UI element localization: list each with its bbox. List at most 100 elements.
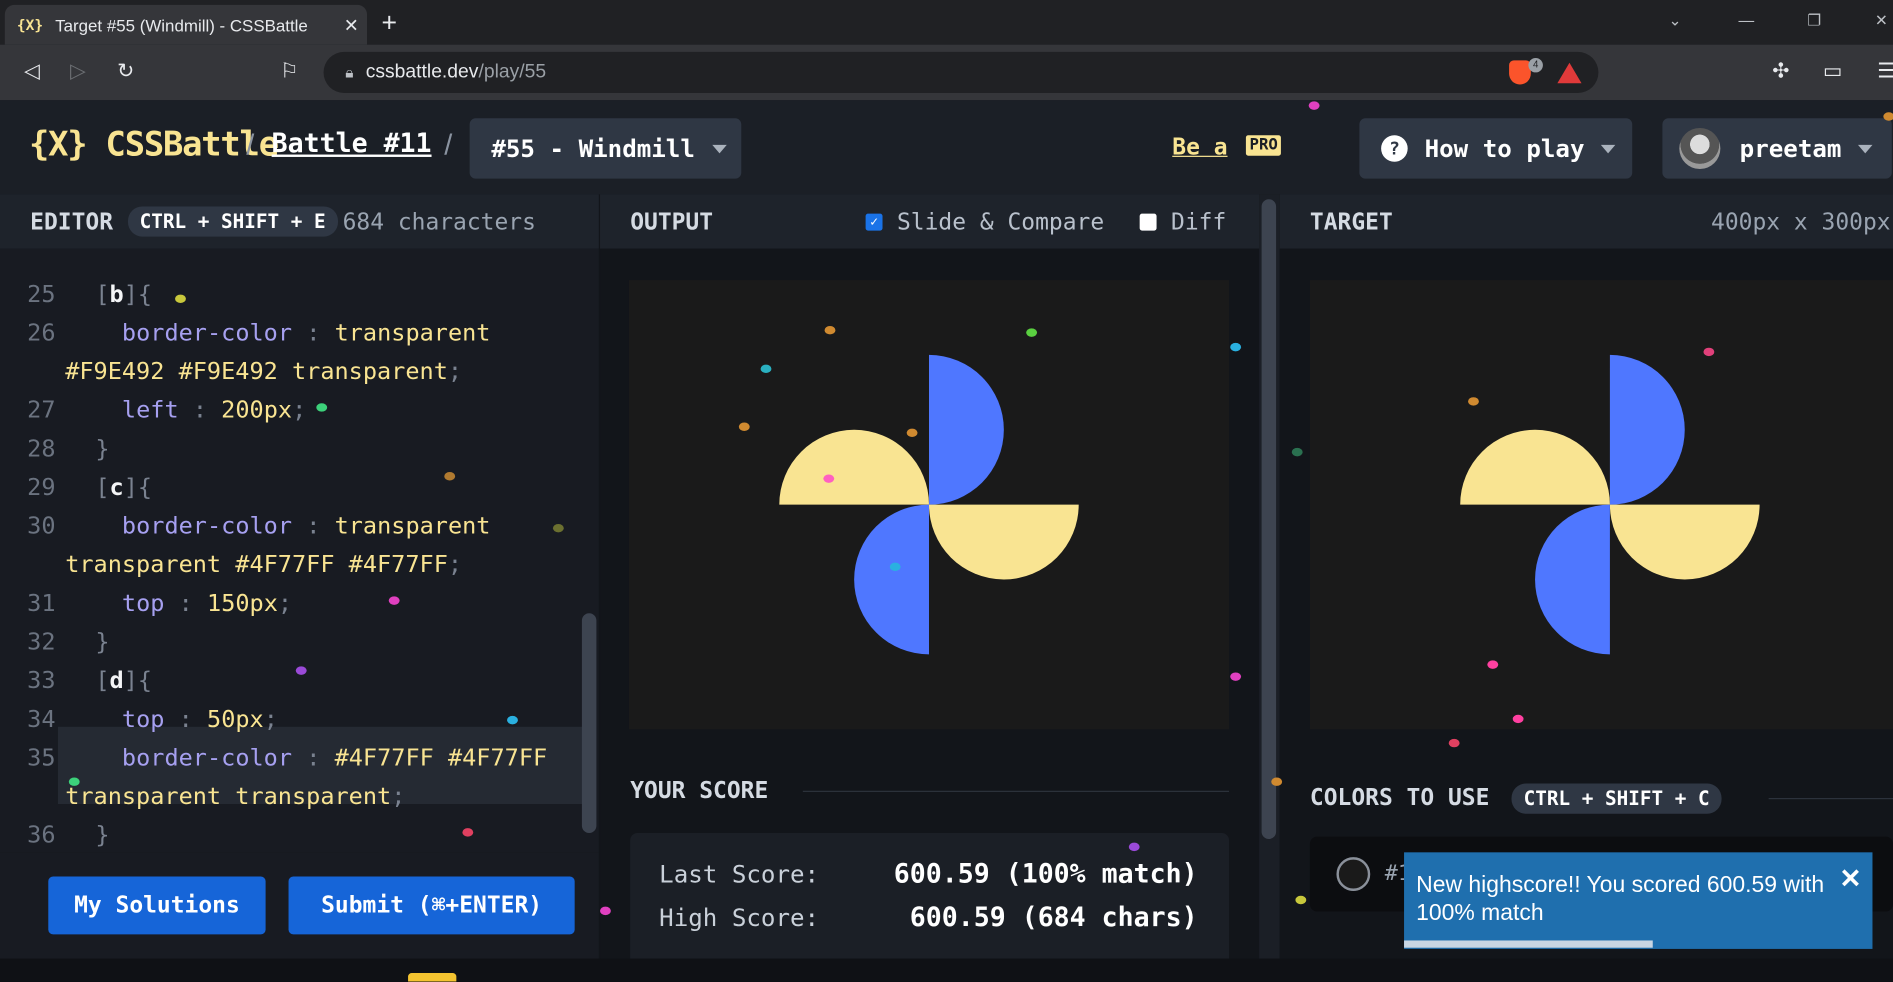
cssbattle-logo[interactable]: {X} CSSBattle bbox=[29, 124, 279, 164]
target-image bbox=[1309, 280, 1893, 730]
line-number: 29 bbox=[27, 473, 56, 502]
code-line: [d]{ bbox=[95, 666, 153, 695]
code-line: #F9E492 #F9E492 transparent; bbox=[65, 357, 463, 386]
code-line: } bbox=[95, 627, 110, 656]
character-count: 684 characters bbox=[342, 208, 536, 235]
brave-rewards-icon[interactable] bbox=[1557, 62, 1582, 84]
diff-toggle[interactable]: Diff bbox=[1139, 208, 1226, 235]
blade-top bbox=[928, 354, 1004, 505]
output-canvas[interactable] bbox=[628, 280, 1230, 730]
confetti-piece bbox=[1128, 842, 1140, 852]
windmill-target-render bbox=[1460, 354, 1760, 655]
forward-icon[interactable]: ▷ bbox=[70, 59, 86, 83]
resizer-grip[interactable] bbox=[1261, 199, 1277, 840]
confetti-piece bbox=[1512, 714, 1524, 724]
blade-bottom bbox=[1535, 504, 1610, 655]
menu-icon[interactable]: ☰ bbox=[1877, 59, 1893, 83]
confetti-piece bbox=[906, 428, 918, 438]
pro-badge[interactable]: PRO bbox=[1245, 135, 1282, 156]
how-to-play-button[interactable]: ? How to play bbox=[1359, 118, 1633, 179]
divider bbox=[802, 790, 1230, 792]
output-title: OUTPUT bbox=[630, 208, 714, 235]
output-header: OUTPUT ✓ Slide & Compare Diff bbox=[600, 194, 1260, 249]
checkbox-checked-icon[interactable]: ✓ bbox=[865, 213, 883, 230]
line-number: 26 bbox=[27, 318, 56, 347]
code-line: border-color : transparent bbox=[121, 318, 491, 347]
code-line: border-color : transparent bbox=[121, 511, 491, 540]
last-score-value: 600.59 (100% match) bbox=[893, 859, 1198, 890]
highscore-toast: New highscore!! You scored 600.59 with 1… bbox=[1404, 852, 1873, 949]
confetti-piece bbox=[600, 906, 611, 916]
bookmark-icon[interactable]: ⚐ bbox=[280, 59, 298, 83]
confetti-piece bbox=[1026, 328, 1038, 337]
editor-scrollbar[interactable] bbox=[581, 613, 597, 834]
tab-title: Target #55 (Windmill) - CSSBattle bbox=[55, 15, 308, 35]
confetti-piece bbox=[1703, 347, 1715, 357]
confetti-piece bbox=[1230, 672, 1242, 681]
battle-link[interactable]: Battle #11 bbox=[272, 129, 432, 159]
confetti-piece bbox=[552, 523, 564, 533]
editor-title: EDITOR bbox=[30, 208, 114, 235]
colors-shortcut-badge: CTRL + SHIFT + C bbox=[1511, 783, 1722, 814]
color-swatch[interactable] bbox=[1336, 857, 1371, 891]
breadcrumb-separator: / bbox=[246, 129, 255, 162]
cssbattle-favicon-icon: {X} bbox=[16, 16, 44, 34]
line-number: 27 bbox=[27, 395, 56, 424]
shields-count-badge: 4 bbox=[1528, 57, 1543, 73]
confetti-piece bbox=[68, 777, 80, 786]
colors-to-use-title: COLORS TO USE bbox=[1309, 784, 1490, 812]
slide-compare-toggle[interactable]: ✓ Slide & Compare bbox=[865, 208, 1104, 235]
target-header: TARGET 400px x 300px bbox=[1279, 194, 1893, 249]
restore-icon[interactable]: ❐ bbox=[1807, 11, 1821, 30]
line-number: 25 bbox=[27, 280, 56, 308]
confetti-piece bbox=[738, 422, 750, 431]
confetti-piece bbox=[388, 596, 400, 605]
browser-toolbar: ◁ ▷ ↻ ⚐ 🔒︎ cssbattle.dev/play/55 4 ✣ ▭ ☰ bbox=[0, 44, 1893, 101]
chevron-down-icon bbox=[1858, 144, 1873, 153]
code-line: } bbox=[95, 434, 110, 463]
windmill-output-render bbox=[779, 354, 1079, 655]
close-window-icon[interactable]: ✕ bbox=[1875, 11, 1888, 30]
tab-search-icon[interactable]: ⌄ bbox=[1668, 11, 1681, 30]
url-host: cssbattle.dev bbox=[365, 61, 479, 83]
reload-icon[interactable]: ↻ bbox=[117, 59, 134, 83]
user-menu[interactable]: preetam bbox=[1662, 118, 1892, 179]
confetti-piece bbox=[1487, 660, 1499, 669]
submit-button[interactable]: Submit (⌘+ENTER) bbox=[288, 876, 575, 935]
line-number: 28 bbox=[27, 434, 56, 463]
line-number: 36 bbox=[27, 820, 56, 849]
your-score-title: YOUR SCORE bbox=[630, 777, 769, 805]
close-tab-icon[interactable]: ✕ bbox=[336, 14, 367, 36]
code-line: [b]{ bbox=[95, 280, 153, 308]
panel-resizer[interactable] bbox=[1259, 194, 1280, 982]
confetti-piece bbox=[1883, 112, 1893, 121]
editor-header: EDITOR CTRL + SHIFT + E 684 characters bbox=[0, 194, 599, 249]
confetti-piece bbox=[1291, 447, 1303, 457]
back-icon[interactable]: ◁ bbox=[24, 59, 40, 83]
my-solutions-button[interactable]: My Solutions bbox=[48, 876, 266, 935]
address-bar[interactable]: 🔒︎ cssbattle.dev/play/55 4 bbox=[323, 51, 1599, 93]
high-score-label: High Score: bbox=[659, 903, 820, 933]
browser-tab-bar: {X} Target #55 (Windmill) - CSSBattle ✕ … bbox=[0, 0, 1893, 45]
avatar bbox=[1679, 127, 1721, 170]
be-a-pro-link[interactable]: Be a bbox=[1172, 134, 1227, 161]
line-number: 33 bbox=[27, 666, 56, 695]
code-editor[interactable]: 25 [b]{ 26 border-color : transparent #F… bbox=[0, 248, 599, 853]
chevron-down-icon bbox=[1601, 144, 1616, 153]
line-number: 32 bbox=[27, 627, 56, 656]
line-number: 34 bbox=[27, 705, 56, 733]
username: preetam bbox=[1739, 134, 1842, 163]
browser-tab[interactable]: {X} Target #55 (Windmill) - CSSBattle ✕ bbox=[4, 4, 368, 45]
new-tab-icon[interactable]: + bbox=[381, 7, 397, 38]
extensions-icon[interactable]: ✣ bbox=[1772, 59, 1789, 83]
close-icon[interactable]: ✕ bbox=[1839, 864, 1861, 892]
minimize-icon[interactable]: — bbox=[1738, 11, 1754, 29]
confetti-piece bbox=[1308, 101, 1320, 110]
confetti-piece bbox=[444, 472, 456, 481]
code-line: } bbox=[95, 820, 110, 849]
checkbox-unchecked-icon[interactable] bbox=[1139, 213, 1157, 230]
url-path: /play/55 bbox=[478, 61, 547, 83]
last-score-label: Last Score: bbox=[659, 859, 820, 889]
target-select[interactable]: #55 - Windmill bbox=[469, 118, 742, 179]
wallet-icon[interactable]: ▭ bbox=[1823, 59, 1842, 83]
